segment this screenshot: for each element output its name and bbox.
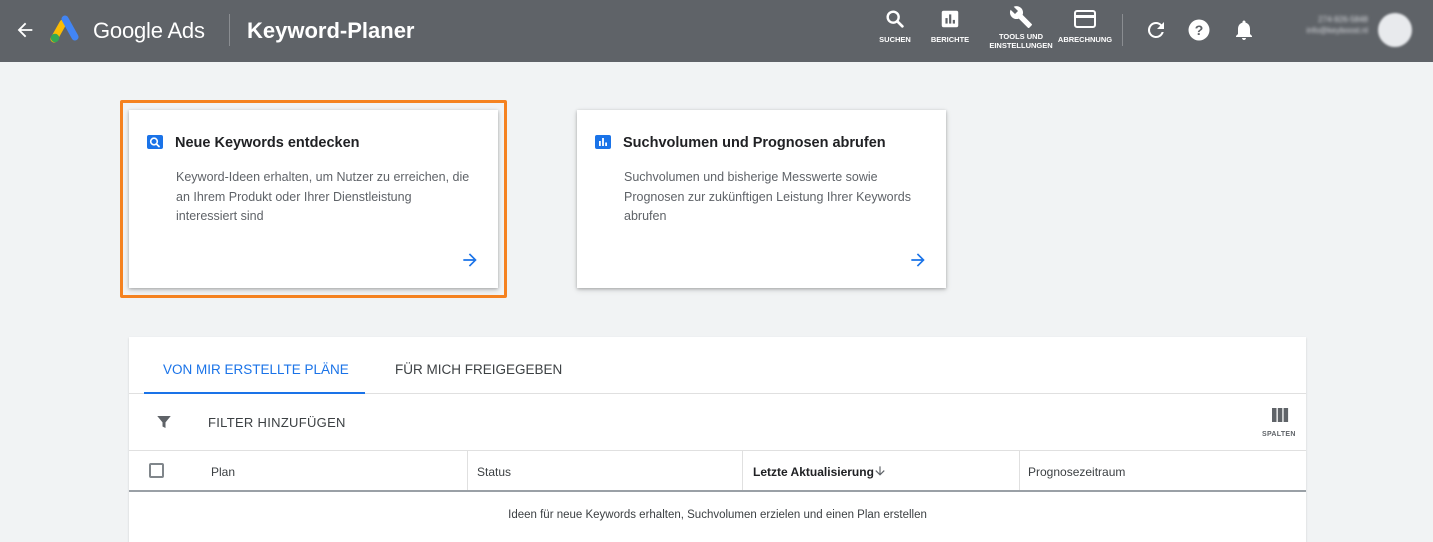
- refresh-icon[interactable]: [1144, 18, 1168, 42]
- avatar[interactable]: [1378, 13, 1412, 47]
- card-description-line: interessiert sind: [176, 209, 264, 223]
- sort-descending-arrow-icon[interactable]: [873, 464, 887, 478]
- column-header-plan[interactable]: Plan: [189, 451, 468, 490]
- tab-my-plans[interactable]: VON MIR ERSTELLTE PLÄNE: [144, 337, 365, 394]
- nav-search-button[interactable]: SUCHEN: [876, 8, 914, 54]
- account-id: 274-926-5848: [1318, 15, 1368, 24]
- nav-billing-label: ABRECHNUNG: [1057, 35, 1113, 44]
- columns-icon[interactable]: [1271, 407, 1289, 423]
- plans-tabs: VON MIR ERSTELLTE PLÄNE FÜR MICH FREIGEG…: [129, 337, 1306, 394]
- card-description-line: Suchvolumen und bisherige Messwerte sowi…: [624, 170, 878, 184]
- card-description-line: abrufen: [624, 209, 667, 223]
- nav-tools-label-2: EINSTELLUNGEN: [989, 41, 1053, 50]
- table-header: Plan Status Letzte Aktualisierung Progno…: [129, 451, 1306, 492]
- column-header-status[interactable]: Status: [468, 451, 743, 490]
- wrench-icon: [1009, 6, 1032, 28]
- plans-panel: VON MIR ERSTELLTE PLÄNE FÜR MICH FREIGEG…: [129, 337, 1306, 542]
- header-divider: [229, 14, 230, 46]
- column-header-forecast-period[interactable]: Prognosezeitraum: [1020, 451, 1306, 490]
- search-icon: [886, 10, 904, 28]
- column-header-label: Prognosezeitraum: [1028, 465, 1126, 479]
- help-icon[interactable]: ?: [1187, 18, 1211, 42]
- notifications-bell-icon[interactable]: [1232, 18, 1256, 42]
- arrow-right-icon[interactable]: [908, 250, 928, 270]
- credit-card-icon: [1074, 10, 1096, 28]
- reports-icon: [941, 10, 959, 28]
- discover-keywords-card[interactable]: Neue Keywords entdecken Keyword-Ideen er…: [129, 110, 498, 288]
- tab-label: FÜR MICH FREIGEGEBEN: [395, 362, 563, 377]
- bar-chart-icon: [595, 135, 611, 149]
- arrow-right-icon[interactable]: [460, 250, 480, 270]
- filter-bar: FILTER HINZUFÜGEN SPALTEN: [129, 394, 1306, 451]
- select-all-cell: [129, 451, 189, 490]
- add-filter-button[interactable]: FILTER HINZUFÜGEN: [208, 415, 346, 430]
- card-description-line: an Ihrem Produkt oder Ihrer Dienstleistu…: [176, 189, 412, 204]
- empty-table-message: Ideen für neue Keywords erhalten, Suchvo…: [508, 509, 927, 521]
- filter-funnel-icon[interactable]: [155, 413, 173, 431]
- account-email: info@keyboost.nl: [1306, 26, 1369, 35]
- card-description: Suchvolumen und bisherige Messwerte sowi…: [624, 168, 934, 227]
- columns-label[interactable]: SPALTEN: [1262, 431, 1296, 438]
- back-arrow-icon[interactable]: [14, 19, 36, 41]
- nav-billing-button[interactable]: ABRECHNUNG: [1056, 8, 1114, 54]
- nav-reports-button[interactable]: BERICHTE: [928, 8, 972, 54]
- select-all-checkbox[interactable]: [149, 463, 164, 478]
- card-description: Keyword-Ideen erhalten, um Nutzer zu err…: [176, 168, 486, 227]
- svg-text:?: ?: [1195, 22, 1204, 38]
- card-title: Neue Keywords entdecken: [175, 135, 360, 151]
- top-bar: Google Ads Keyword-Planer SUCHEN BERICHT…: [0, 0, 1433, 62]
- tab-shared-with-me[interactable]: FÜR MICH FREIGEGEBEN: [395, 337, 565, 394]
- nav-search-label: SUCHEN: [879, 35, 911, 44]
- brand-name[interactable]: Google Ads: [93, 18, 205, 44]
- card-description-line: Keyword-Ideen erhalten, um Nutzer zu err…: [176, 170, 470, 184]
- header-divider-2: [1122, 14, 1123, 46]
- column-header-label: Plan: [211, 465, 236, 479]
- nav-tools-label-1: TOOLS UND: [998, 32, 1044, 41]
- search-icon: [147, 135, 163, 149]
- nav-tools-button[interactable]: TOOLS UND EINSTELLUNGEN: [986, 5, 1056, 51]
- page-title: Keyword-Planer: [247, 18, 415, 43]
- search-volume-forecast-card[interactable]: Suchvolumen und Prognosen abrufen Suchvo…: [577, 110, 946, 288]
- account-info[interactable]: 274-926-5848 info@keyboost.nl: [1276, 14, 1369, 36]
- column-header-label: Letzte Aktualisierung: [753, 465, 874, 479]
- card-description-line: Prognosen zur zukünftigen Leistung Ihrer…: [624, 189, 911, 204]
- column-header-label: Status: [477, 465, 512, 479]
- nav-reports-label: BERICHTE: [930, 35, 970, 44]
- card-title: Suchvolumen und Prognosen abrufen: [623, 135, 886, 151]
- tab-label: VON MIR ERSTELLTE PLÄNE: [163, 362, 349, 377]
- google-ads-logo-icon[interactable]: [50, 15, 80, 43]
